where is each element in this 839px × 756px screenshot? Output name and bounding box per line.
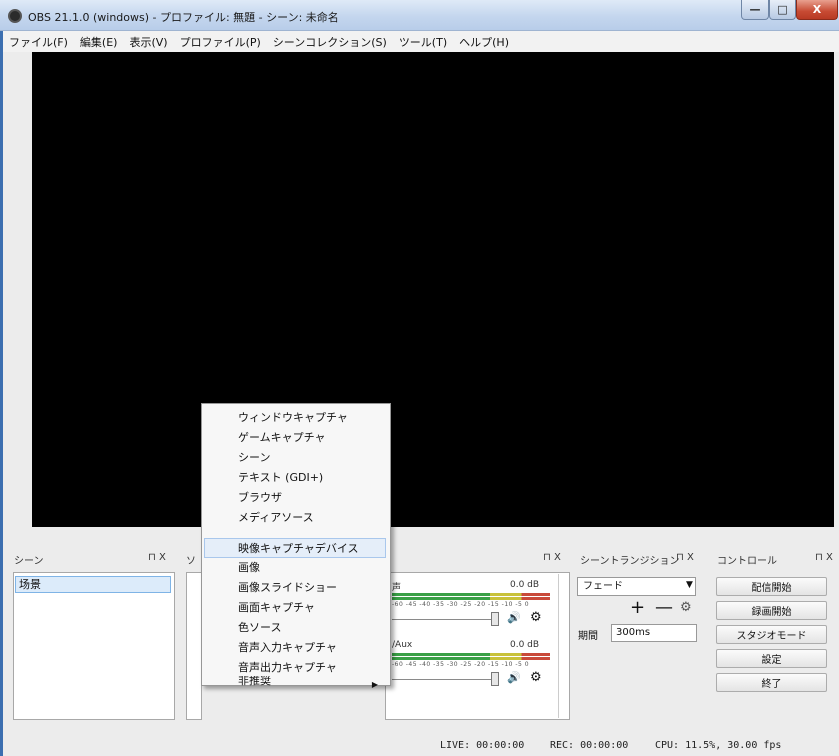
menu-bar: ファイル(F) 編集(E) 表示(V) プロファイル(P) シーンコレクション(… xyxy=(3,31,839,52)
source-list[interactable] xyxy=(186,572,202,720)
menu-view[interactable]: 表示(V) xyxy=(123,34,173,50)
desktop-volume-track xyxy=(392,619,494,620)
menu-item-game-capture[interactable]: ゲームキャプチャ xyxy=(202,428,390,448)
start-recording-button[interactable]: 録画開始 xyxy=(716,601,827,620)
scene-list[interactable] xyxy=(13,572,175,720)
desktop-volume-slider[interactable] xyxy=(491,612,499,626)
menu-item-window-capture[interactable]: ウィンドウキャプチャ xyxy=(202,408,390,428)
menu-profile[interactable]: プロファイル(P) xyxy=(174,34,267,50)
duration-input[interactable]: 300ms xyxy=(611,624,697,642)
live-status: LIVE: 00:00:00 xyxy=(440,740,525,751)
exit-button[interactable]: 終了 xyxy=(716,673,827,692)
sources-dock-title: ソ xyxy=(186,556,196,567)
menu-item-deprecated[interactable]: 非推奨 xyxy=(202,676,390,686)
submenu-arrow-icon: ▶ xyxy=(371,680,378,689)
mixer-dock-controls[interactable]: ⊓ X xyxy=(543,552,561,563)
mic-audio-gear-icon[interactable]: ⚙ xyxy=(530,670,542,685)
mic-speaker-icon[interactable]: 🔊 xyxy=(507,671,521,684)
menu-item-text-gdi[interactable]: テキスト (GDI+) xyxy=(202,468,390,488)
mic-audio-meter-2 xyxy=(392,657,550,660)
scene-item[interactable]: 场景 xyxy=(15,576,171,593)
add-transition-button[interactable]: + xyxy=(630,597,645,618)
mixer-mic-db: 0.0 dB xyxy=(510,640,540,650)
transitions-dock-controls[interactable]: ⊓ X xyxy=(676,552,694,563)
mic-meter-ticks: -60 -45 -40 -35 -30 -25 -20 -15 -10 -5 0 xyxy=(392,661,530,668)
menu-item-video-capture-device[interactable]: 映像キャプチャデバイス xyxy=(204,538,386,558)
scenes-dock-controls[interactable]: ⊓ X xyxy=(148,552,166,563)
menu-tools[interactable]: ツール(T) xyxy=(393,34,453,50)
mixer-desktop-label: 声 xyxy=(392,583,402,593)
window-title: OBS 21.1.0 (windows) - プロファイル: 無題 - シーン:… xyxy=(28,11,339,24)
menu-item-image[interactable]: 画像 xyxy=(202,558,390,578)
menu-item-media-source[interactable]: メディアソース xyxy=(202,508,390,528)
close-button[interactable]: X xyxy=(796,0,838,20)
start-streaming-button[interactable]: 配信開始 xyxy=(716,577,827,596)
mixer-scrollbar[interactable] xyxy=(558,574,568,718)
menu-scene-collection[interactable]: シーンコレクション(S) xyxy=(267,34,393,50)
menu-help[interactable]: ヘルプ(H) xyxy=(453,34,515,50)
settings-button[interactable]: 設定 xyxy=(716,649,827,668)
remove-transition-button[interactable]: — xyxy=(655,597,673,618)
mixer-desktop-db: 0.0 dB xyxy=(510,580,540,590)
desktop-audio-meter xyxy=(392,593,550,596)
duration-label: 期間 xyxy=(578,631,598,642)
transition-gear-icon[interactable]: ⚙ xyxy=(680,600,692,615)
transitions-dock-title: シーントランジション xyxy=(580,556,680,567)
desktop-meter-ticks: -60 -45 -40 -35 -30 -25 -20 -15 -10 -5 0 xyxy=(392,601,530,608)
menu-item-scene[interactable]: シーン xyxy=(202,448,390,468)
obs-logo-icon xyxy=(8,9,22,23)
mic-volume-slider[interactable] xyxy=(491,672,499,686)
menu-item-image-slideshow[interactable]: 画像スライドショー xyxy=(202,578,390,598)
cpu-status: CPU: 11.5%, 30.00 fps xyxy=(655,740,782,751)
mic-volume-track xyxy=(392,679,494,680)
chevron-down-icon[interactable]: ▼ xyxy=(686,580,693,590)
studio-mode-button[interactable]: スタジオモード xyxy=(716,625,827,644)
maximize-button[interactable]: □ xyxy=(769,0,796,20)
controls-dock-controls[interactable]: ⊓ X xyxy=(815,552,833,563)
title-bar[interactable]: OBS 21.1.0 (windows) - プロファイル: 無題 - シーン:… xyxy=(0,0,839,31)
mixer-mic-label: /Aux xyxy=(392,640,413,650)
preview-canvas[interactable] xyxy=(32,52,834,527)
desktop-speaker-icon[interactable]: 🔊 xyxy=(507,611,521,624)
menu-item-display-capture[interactable]: 画面キャプチャ xyxy=(202,598,390,618)
menu-item-color-source[interactable]: 色ソース xyxy=(202,618,390,638)
menu-item-audio-input-capture[interactable]: 音声入力キャプチャ xyxy=(202,638,390,658)
mic-audio-meter xyxy=(392,653,550,656)
menu-file[interactable]: ファイル(F) xyxy=(3,34,74,50)
transition-select[interactable]: フェード xyxy=(577,577,696,596)
menu-edit[interactable]: 編集(E) xyxy=(74,34,124,50)
add-source-context-menu: ウィンドウキャプチャ ゲームキャプチャ シーン テキスト (GDI+) ブラウザ… xyxy=(201,403,391,689)
minimize-button[interactable]: — xyxy=(741,0,769,20)
scenes-dock-title: シーン xyxy=(14,556,44,567)
rec-status: REC: 00:00:00 xyxy=(550,740,629,751)
desktop-audio-gear-icon[interactable]: ⚙ xyxy=(530,610,542,625)
controls-dock-title: コントロール xyxy=(717,556,777,567)
menu-item-browser[interactable]: ブラウザ xyxy=(202,488,390,508)
menu-item-audio-output-capture[interactable]: 音声出力キャプチャ xyxy=(202,658,390,678)
desktop-audio-meter-2 xyxy=(392,597,550,600)
